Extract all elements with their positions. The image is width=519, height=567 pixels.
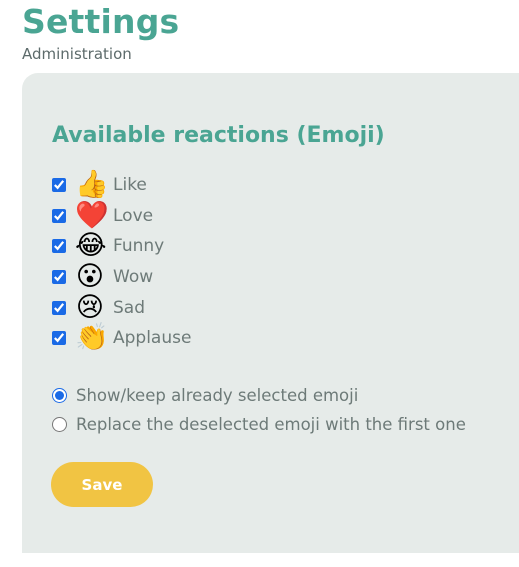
reaction-label-sad: Sad [113, 297, 145, 318]
reaction-label-funny: Funny [113, 236, 165, 257]
page-title: Settings [22, 2, 180, 41]
reactions-list: 👍 Like ❤️ Love 😂 Funny 😮 Wow 😢 Sad 👏 App… [52, 170, 191, 354]
settings-panel: Available reactions (Emoji) 👍 Like ❤️ Lo… [22, 73, 519, 553]
reaction-row-sad: 😢 Sad [52, 292, 191, 323]
laughing-face-icon: 😂 [75, 230, 107, 262]
reaction-checkbox-love[interactable] [52, 208, 66, 223]
reaction-row-applause: 👏 Applause [52, 323, 191, 354]
reaction-label-love: Love [113, 205, 154, 226]
surprised-face-icon: 😮 [75, 261, 105, 293]
save-button[interactable]: Save [51, 462, 153, 507]
radio-replace-deselected[interactable] [52, 417, 67, 432]
emoji-behavior-options: Show/keep already selected emoji Replace… [52, 381, 466, 439]
reaction-label-like: Like [113, 175, 147, 196]
reaction-row-love: ❤️ Love [52, 199, 191, 232]
reactions-section-title: Available reactions (Emoji) [52, 123, 385, 148]
reaction-checkbox-wow[interactable] [52, 270, 66, 285]
reaction-label-applause: Applause [113, 328, 192, 349]
heart-icon: ❤️ [75, 199, 109, 231]
reaction-row-like: 👍 Like [52, 170, 191, 201]
thumbs-up-icon: 👍 [75, 169, 109, 201]
option-label-keep-selected: Show/keep already selected emoji [76, 386, 359, 405]
clapping-hands-icon: 👏 [75, 322, 109, 354]
option-row-replace-deselected[interactable]: Replace the deselected emoji with the fi… [52, 410, 466, 439]
crying-face-icon: 😢 [75, 291, 105, 323]
option-label-replace-deselected: Replace the deselected emoji with the fi… [76, 415, 466, 434]
reaction-checkbox-like[interactable] [52, 178, 66, 193]
settings-page: Settings Administration Available reacti… [0, 0, 519, 567]
reaction-checkbox-funny[interactable] [52, 239, 66, 254]
reaction-row-funny: 😂 Funny [52, 231, 191, 262]
reaction-label-wow: Wow [113, 267, 154, 288]
radio-keep-selected[interactable] [52, 388, 67, 403]
reaction-row-wow: 😮 Wow [52, 262, 191, 293]
reaction-checkbox-applause[interactable] [52, 331, 66, 346]
option-row-keep-selected[interactable]: Show/keep already selected emoji [52, 381, 466, 410]
page-subtitle: Administration [22, 45, 132, 63]
reaction-checkbox-sad[interactable] [52, 300, 66, 315]
